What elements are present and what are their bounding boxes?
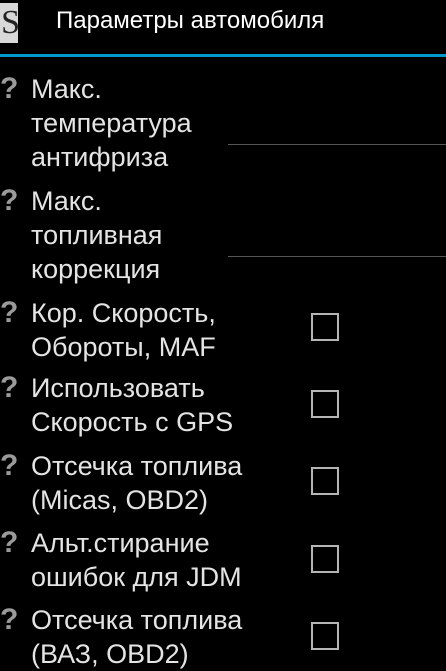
screen-title: Параметры автомобиля	[56, 7, 325, 34]
setting-label: Макс. температура антифриза	[31, 74, 192, 172]
title-bar: SD Параметры автомобиля	[0, 0, 446, 54]
help-icon[interactable]: ?	[0, 371, 18, 405]
max-fuel-trim-field[interactable]	[228, 256, 446, 257]
setting-label: Альт.стирание ошибок для JDM	[31, 528, 242, 592]
app-logo-icon: SD	[0, 3, 48, 43]
speed-rpm-maf-checkbox[interactable]	[311, 313, 339, 341]
help-icon[interactable]: ?	[0, 603, 18, 637]
help-icon[interactable]: ?	[0, 449, 18, 483]
alt-dtc-clear-jdm-checkbox[interactable]	[311, 545, 339, 573]
setting-label: Макс. топливная коррекция	[31, 186, 163, 284]
fuel-cutoff-vaz-checkbox[interactable]	[311, 622, 339, 650]
help-icon[interactable]: ?	[0, 72, 18, 106]
setting-label: Кор. Скорость, Обороты, MAF	[31, 298, 216, 362]
help-icon[interactable]: ?	[0, 296, 18, 330]
setting-label: Использовать Скорость с GPS	[31, 373, 234, 437]
help-icon[interactable]: ?	[0, 526, 18, 560]
setting-label: Отсечка топлива (ВАЗ, OBD2)	[31, 605, 243, 669]
max-coolant-temp-field[interactable]	[228, 144, 446, 145]
fuel-cutoff-micas-checkbox[interactable]	[311, 467, 339, 495]
setting-label: Отсечка топлива (Micas, OBD2)	[31, 451, 243, 515]
title-divider	[0, 54, 446, 57]
use-gps-speed-checkbox[interactable]	[311, 390, 339, 418]
help-icon[interactable]: ?	[0, 184, 18, 218]
